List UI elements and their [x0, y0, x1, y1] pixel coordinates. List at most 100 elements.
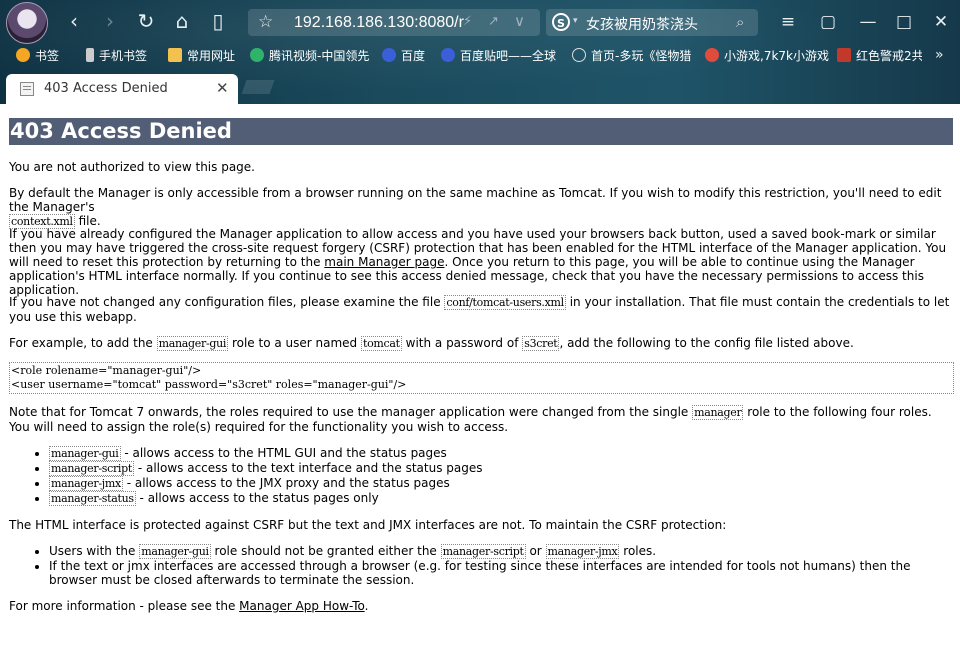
role-code: manager-status	[49, 491, 136, 506]
bookmark-item[interactable]: 百度	[382, 47, 425, 65]
browser-chrome: ‹ › ↻ ⌂ ▯ ☆ 192.168.186.130:8080/r ⚡ ↗ ∨…	[0, 0, 960, 104]
address-bar[interactable]: ☆ 192.168.186.130:8080/r ⚡ ↗ ∨	[248, 9, 540, 36]
page-title: 403 Access Denied	[9, 118, 953, 145]
code-manager-script: manager-script	[440, 544, 526, 559]
bookmark-label: 红色警戒2共	[856, 49, 922, 63]
bookmark-item[interactable]: 书签	[16, 47, 59, 65]
page-content: 403 Access Denied You are not authorized…	[9, 118, 954, 613]
code-s3cret: s3cret	[522, 336, 560, 351]
code-tomcat: tomcat	[360, 336, 402, 351]
more-bookmarks-icon[interactable]: »	[935, 47, 944, 63]
baidu-icon	[382, 48, 396, 62]
menu-icon[interactable]: ≡	[776, 10, 800, 34]
tab-close-icon[interactable]: ✕	[216, 79, 229, 97]
text: , add the following to the config file l…	[559, 336, 854, 350]
text: .	[364, 599, 369, 613]
bookmark-label: 常用网址	[187, 49, 236, 63]
role-code: manager-gui	[49, 446, 121, 461]
list-item: manager-jmx - allows access to the JMX p…	[49, 476, 953, 491]
bookmark-label: 百度	[401, 49, 426, 63]
bookmark-star-icon[interactable]: ☆	[258, 12, 273, 32]
bookmark-label: 小游戏,7k7k小游戏	[724, 49, 829, 63]
ra2-icon	[837, 48, 851, 62]
paragraph-default-access: By default the Manager is only accessibl…	[9, 186, 953, 229]
tieba-icon	[441, 48, 455, 62]
text: Users with the	[49, 544, 140, 558]
refresh-icon[interactable]: ↻	[135, 10, 157, 32]
roles-list: manager-gui - allows access to the HTML …	[9, 446, 953, 506]
flash-icon[interactable]: ⚡	[463, 14, 472, 29]
maximize-icon[interactable]: □	[892, 10, 916, 34]
minimize-icon[interactable]: —	[856, 10, 880, 34]
list-item: If the text or jmx interfaces are access…	[49, 559, 953, 587]
bookmark-label: 首页-多玩《怪物猎	[591, 49, 692, 63]
text: If you have not changed any configuratio…	[9, 295, 445, 309]
role-description: - allows access to the JMX proxy and the…	[122, 476, 450, 490]
paragraph-example: For example, to add the manager-gui role…	[9, 336, 953, 351]
paragraph-csrf-explanation: If you have already configured the Manag…	[9, 227, 953, 297]
paragraph-tomcat7-roles: Note that for Tomcat 7 onwards, the role…	[9, 405, 953, 434]
text: role should not be granted either the	[210, 544, 441, 558]
role-code: manager-jmx	[49, 476, 123, 491]
text: For more information - please see the	[9, 599, 240, 613]
bookmark-item[interactable]: 小游戏,7k7k小游戏	[705, 47, 829, 65]
list-item: manager-script - allows access to the te…	[49, 461, 953, 476]
bookmark-item[interactable]: 手机书签	[86, 47, 147, 65]
role-description: - allows access to the status pages only	[135, 491, 379, 505]
reader-icon[interactable]: ▯	[207, 10, 229, 32]
folder-icon	[168, 48, 182, 62]
dropdown-icon[interactable]: ∨	[514, 12, 525, 30]
search-box[interactable]: S ▾ 女孩被用奶茶浇头 ⌕	[546, 9, 758, 36]
bookmark-item[interactable]: 腾讯视频-中国领先	[250, 47, 369, 65]
text: file.	[74, 214, 101, 228]
text: You are not authorized to view this page…	[9, 160, 255, 174]
main-manager-page-link[interactable]: main Manager page	[324, 255, 444, 269]
bookmark-label: 腾讯视频-中国领先	[269, 49, 370, 63]
tab-active[interactable]: 403 Access Denied ✕	[6, 74, 238, 104]
csrf-list: Users with the manager-gui role should n…	[9, 544, 953, 587]
bookmark-label: 书签	[35, 49, 60, 63]
paragraph-more-info: For more information - please see the Ma…	[9, 599, 953, 613]
forward-icon[interactable]: ›	[99, 10, 121, 32]
user-avatar[interactable]	[6, 2, 48, 44]
bookmark-label: 百度贴吧——全球	[460, 49, 557, 63]
text: or	[525, 544, 546, 558]
bookmark-item[interactable]: 常用网址	[168, 47, 235, 65]
new-tab-button[interactable]	[241, 80, 275, 94]
manager-howto-link[interactable]: Manager App How-To	[239, 599, 365, 613]
role-code: manager-script	[49, 461, 135, 476]
bookmark-item[interactable]: 百度贴吧——全球	[441, 47, 556, 65]
text: Note that for Tomcat 7 onwards, the role…	[9, 405, 693, 419]
text: roles.	[619, 544, 657, 558]
close-icon[interactable]: ✕	[929, 10, 953, 34]
list-item: manager-status - allows access to the st…	[49, 491, 953, 506]
list-item: Users with the manager-gui role should n…	[49, 544, 953, 559]
search-input[interactable]: 女孩被用奶茶浇头	[586, 14, 698, 34]
text: with a password of	[401, 336, 523, 350]
text: The HTML interface is protected against …	[9, 518, 727, 532]
list-item: manager-gui - allows access to the HTML …	[49, 446, 953, 461]
back-icon[interactable]: ‹	[63, 10, 85, 32]
globe-icon	[572, 48, 586, 62]
config-line: <role rolename="manager-gui"/>	[11, 364, 202, 377]
code-manager-gui: manager-gui	[139, 544, 211, 559]
role-description: - allows access to the text interface an…	[134, 461, 483, 475]
home-icon[interactable]: ⌂	[171, 10, 193, 32]
config-example-block: <role rolename="manager-gui"/> <user use…	[9, 362, 954, 394]
star-icon	[16, 48, 30, 62]
text: role to a user named	[228, 336, 361, 350]
text: If the text or jmx interfaces are access…	[49, 559, 911, 587]
bookmark-item[interactable]: 首页-多玩《怪物猎	[572, 47, 691, 65]
chevron-down-icon[interactable]: ▾	[573, 16, 578, 26]
search-icon[interactable]: ⌕	[736, 13, 744, 31]
store-icon[interactable]: ▢	[816, 10, 840, 34]
text: By default the Manager is only accessibl…	[9, 186, 942, 214]
tab-title: 403 Access Denied	[44, 81, 168, 96]
search-engine-logo[interactable]: S	[552, 13, 570, 31]
page-favicon-icon	[20, 82, 34, 96]
share-icon[interactable]: ↗	[488, 14, 499, 29]
bookmark-item[interactable]: 红色警戒2共	[837, 47, 922, 65]
paragraph-config-files: If you have not changed any configuratio…	[9, 295, 953, 324]
code-manager-jmx: manager-jmx	[545, 544, 620, 559]
code-manager: manager	[692, 405, 744, 420]
